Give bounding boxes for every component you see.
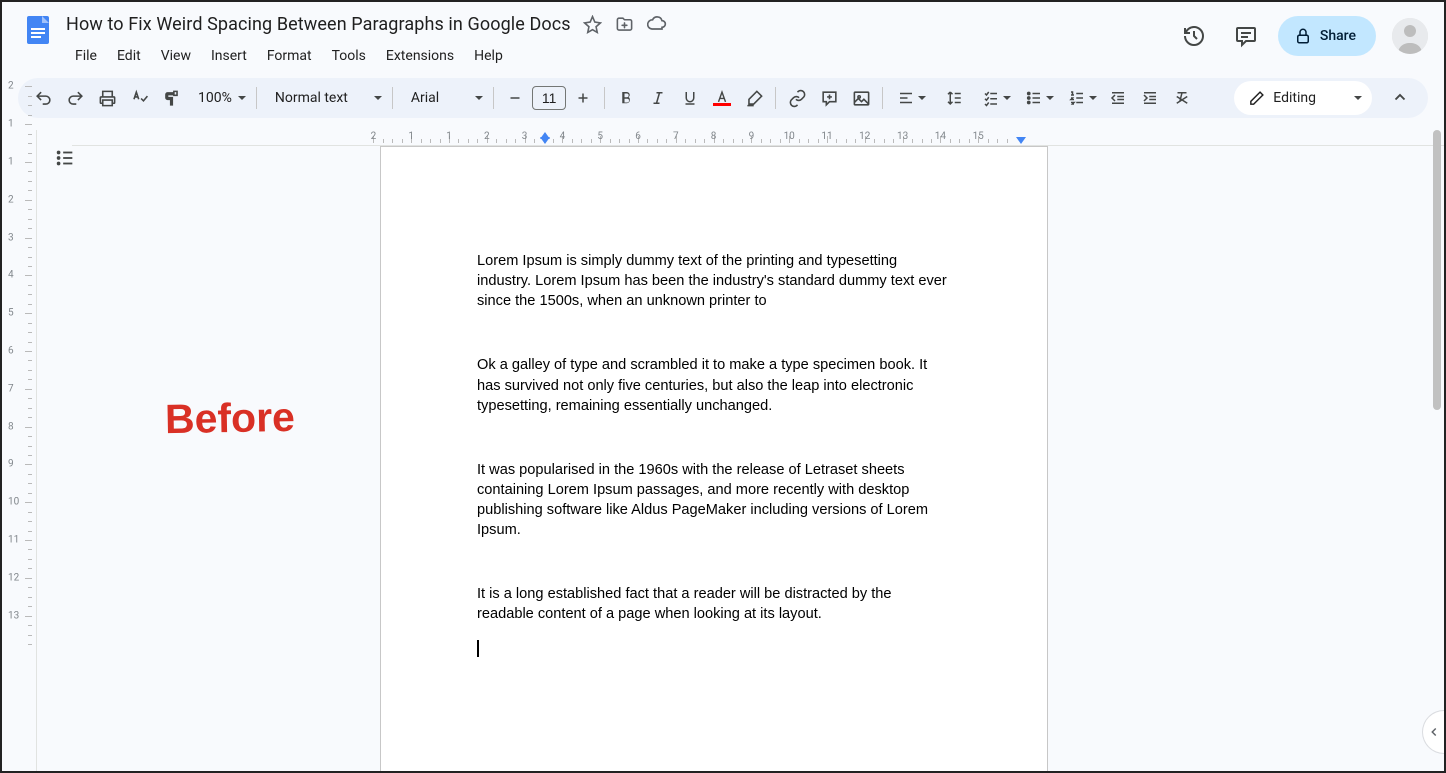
toolbar-container: 100% Normal text Arial Editing <box>2 70 1444 126</box>
text-cursor <box>477 640 479 657</box>
doc-title[interactable]: How to Fix Weird Spacing Between Paragra… <box>66 14 571 35</box>
header-right: Share <box>1174 10 1428 56</box>
annotation-before: Before <box>165 394 296 443</box>
menu-format[interactable]: Format <box>258 44 321 68</box>
align-button[interactable] <box>889 83 930 113</box>
horizontal-ruler[interactable]: 21123456789101112131415 <box>72 130 1444 146</box>
menu-edit[interactable]: Edit <box>108 44 150 68</box>
editor-area: 2112345678910111213 21123456789101112131… <box>2 130 1444 771</box>
insert-link-button[interactable] <box>782 83 812 113</box>
increase-indent-button[interactable] <box>1135 83 1165 113</box>
outline-toggle-button[interactable] <box>47 140 83 176</box>
share-label: Share <box>1320 28 1356 44</box>
comments-icon[interactable] <box>1226 16 1266 56</box>
increase-font-button[interactable] <box>568 83 598 113</box>
history-icon[interactable] <box>1174 16 1214 56</box>
italic-button[interactable] <box>643 83 673 113</box>
zoom-select[interactable]: 100% <box>188 90 250 106</box>
insert-image-button[interactable] <box>846 83 876 113</box>
scroll-thumb[interactable] <box>1433 130 1441 410</box>
star-icon[interactable] <box>583 14 603 34</box>
paragraph[interactable] <box>477 639 951 659</box>
menu-extensions[interactable]: Extensions <box>377 44 463 68</box>
underline-button[interactable] <box>675 83 705 113</box>
font-size-input[interactable] <box>532 86 566 110</box>
menu-tools[interactable]: Tools <box>323 44 375 68</box>
line-spacing-button[interactable] <box>932 83 972 113</box>
paragraph[interactable]: It is a long established fact that a rea… <box>477 584 951 624</box>
share-button[interactable]: Share <box>1278 16 1376 56</box>
menubar: File Edit View Insert Format Tools Exten… <box>66 42 1174 70</box>
numbered-list-button[interactable] <box>1060 83 1101 113</box>
spellcheck-button[interactable] <box>124 83 154 113</box>
title-area: How to Fix Weird Spacing Between Paragra… <box>66 10 1174 70</box>
checklist-button[interactable] <box>974 83 1015 113</box>
chevron-down-icon <box>1354 96 1362 100</box>
editing-mode-button[interactable]: Editing <box>1234 81 1372 115</box>
collapse-toolbar-button[interactable] <box>1382 80 1418 116</box>
docs-logo[interactable] <box>18 10 58 50</box>
chevron-down-icon <box>374 96 382 100</box>
chevron-down-icon <box>1089 96 1097 100</box>
undo-button[interactable] <box>28 83 58 113</box>
document-page[interactable]: Lorem Ipsum is simply dummy text of the … <box>380 146 1048 771</box>
pencil-icon <box>1248 90 1265 107</box>
move-icon[interactable] <box>615 14 635 34</box>
print-button[interactable] <box>92 83 122 113</box>
paragraph[interactable]: Lorem Ipsum is simply dummy text of the … <box>477 251 951 311</box>
bold-button[interactable] <box>611 83 641 113</box>
paint-format-button[interactable] <box>156 83 186 113</box>
chevron-down-icon <box>475 96 483 100</box>
chevron-down-icon <box>918 96 926 100</box>
toolbar: 100% Normal text Arial Editing <box>18 78 1428 118</box>
bulleted-list-button[interactable] <box>1017 83 1058 113</box>
paragraph-style-select[interactable]: Normal text <box>263 90 386 106</box>
cloud-status-icon[interactable] <box>647 14 667 34</box>
vertical-ruler[interactable]: 2112345678910111213 <box>2 130 37 771</box>
decrease-font-button[interactable] <box>500 83 530 113</box>
chevron-down-icon <box>1046 96 1054 100</box>
text-color-button[interactable] <box>707 83 737 113</box>
chevron-down-icon <box>238 96 246 100</box>
clear-formatting-button[interactable] <box>1167 83 1197 113</box>
redo-button[interactable] <box>60 83 90 113</box>
paragraph[interactable]: Ok a galley of type and scrambled it to … <box>477 355 951 415</box>
paragraph[interactable]: It was popularised in the 1960s with the… <box>477 460 951 541</box>
menu-view[interactable]: View <box>152 44 200 68</box>
highlight-button[interactable] <box>739 83 769 113</box>
decrease-indent-button[interactable] <box>1103 83 1133 113</box>
menu-help[interactable]: Help <box>465 44 512 68</box>
avatar[interactable] <box>1392 18 1428 54</box>
lock-icon <box>1294 27 1312 45</box>
vertical-scrollbar[interactable] <box>1432 130 1442 771</box>
menu-file[interactable]: File <box>66 44 106 68</box>
chevron-down-icon <box>1003 96 1011 100</box>
insert-comment-button[interactable] <box>814 83 844 113</box>
canvas: 21123456789101112131415 Before Lorem Ips… <box>37 130 1444 771</box>
header: How to Fix Weird Spacing Between Paragra… <box>2 2 1444 70</box>
font-select[interactable]: Arial <box>399 90 487 106</box>
menu-insert[interactable]: Insert <box>202 44 256 68</box>
